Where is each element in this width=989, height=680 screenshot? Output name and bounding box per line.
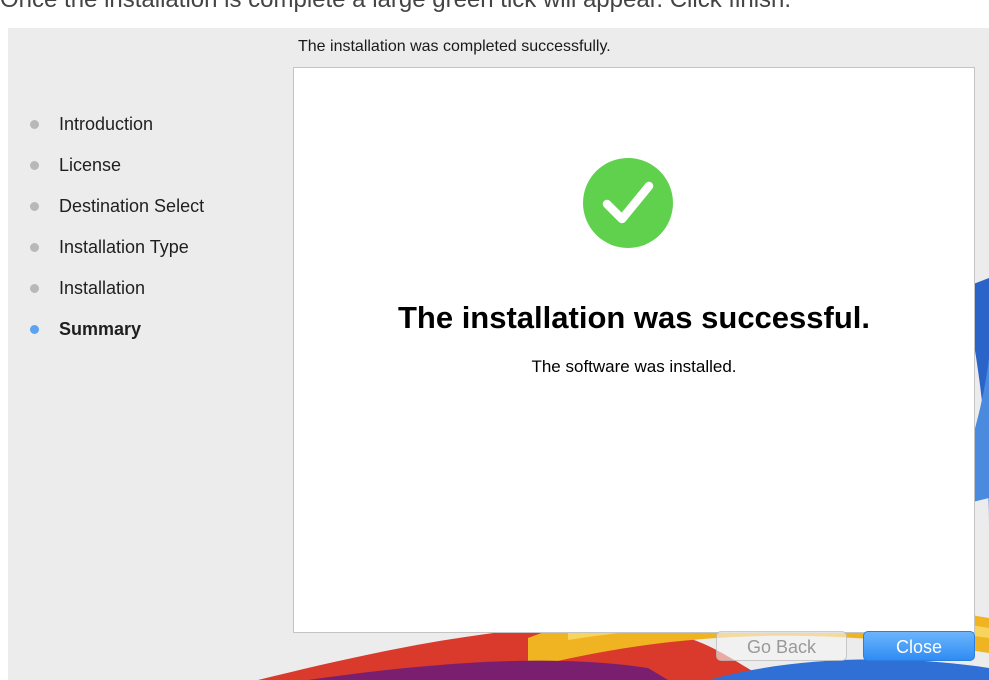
go-back-button[interactable]: Go Back [716,631,847,661]
close-button[interactable]: Close [863,631,975,661]
installer-steps-list: Introduction License Destination Select … [26,104,204,350]
step-dot-icon [30,161,39,170]
step-license: License [26,145,204,186]
step-label: Installation [59,278,146,298]
step-dot-icon [30,243,39,252]
step-label: Summary [59,319,142,339]
step-label: Installation Type [59,237,189,257]
success-subtitle: The software was installed. [531,357,737,376]
step-dot-icon [30,120,39,129]
step-destination-select: Destination Select [26,186,204,227]
step-installation-type: Installation Type [26,227,204,268]
step-dot-icon [30,284,39,293]
step-summary: Summary [26,309,204,350]
success-title: The installation was successful. [397,300,871,335]
installer-window: The installation was completed successfu… [8,28,989,680]
current-step-dot-icon [30,325,39,334]
screenshot: Once the installation is complete a larg… [0,0,989,680]
step-label: Introduction [59,114,154,134]
step-installation: Installation [26,268,204,309]
step-introduction: Introduction [26,104,204,145]
step-label: Destination Select [59,196,205,216]
summary-panel: The installation was successful. The sof… [293,67,975,633]
step-label: License [59,155,122,175]
instruction-caption: Once the installation is complete a larg… [0,0,791,14]
step-dot-icon [30,202,39,211]
check-circle-icon [583,158,673,248]
status-header: The installation was completed successfu… [298,38,611,55]
